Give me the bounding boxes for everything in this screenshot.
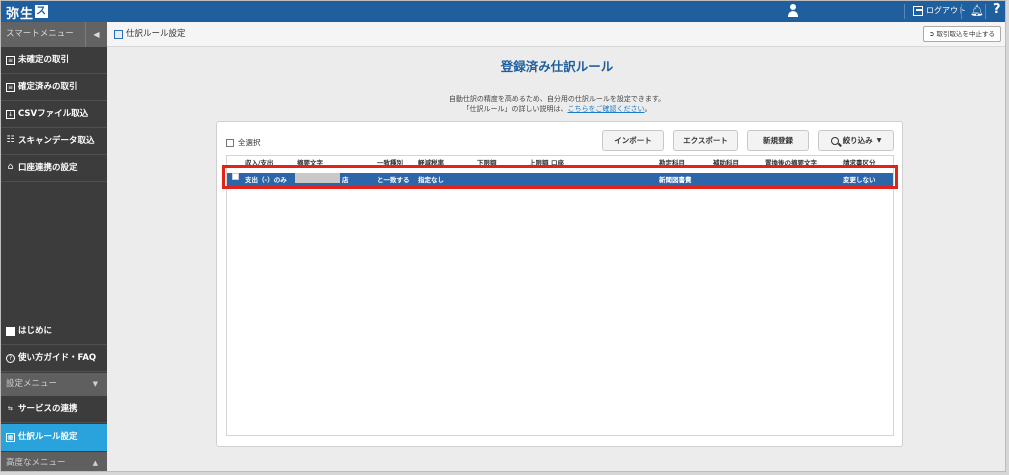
caret-down-icon: ▼ (876, 137, 882, 144)
select-all-label: 全選択 (238, 138, 261, 147)
sidebar-item-guide-faq[interactable]: ? 使い方ガイド・FAQ (1, 345, 107, 372)
chevron-down-icon: ▼ (92, 380, 98, 388)
question-icon: ? (6, 353, 15, 363)
page-heading: 登録済み仕訳ルール (500, 59, 614, 74)
sidebar-item-label: CSVファイル取込 (18, 108, 89, 119)
sidebar-item-label: サービスの連携 (18, 403, 78, 414)
filter-button[interactable]: 絞り込み ▼ (818, 130, 894, 151)
logout-icon (913, 5, 923, 16)
app-window: 弥生ス ログアウト 🔔︎ ? スマートメニュー ◀ 仕訳ルール設定 ➲ 取引取込… (0, 0, 1006, 472)
sidebar-item-label: 使い方ガイド・FAQ (18, 352, 97, 363)
table-header: 収入/支出 摘要文字 一致種別 軽減税率 下限額 上限額 口座 勘定科目 補助科… (227, 156, 893, 171)
column-header: 口座 (551, 159, 564, 167)
description-line-1: 自動仕訳の精度を高めるため、自分用の仕訳ルールを設定できます。 (448, 95, 666, 103)
rule-icon (114, 30, 123, 39)
page-title: 仕訳ルール設定 (126, 29, 186, 39)
sidebar-item-csv-import[interactable]: ↓ CSVファイル取込 (1, 101, 107, 128)
import-button[interactable]: インポート (602, 130, 664, 151)
column-header: 請求書区分 (843, 159, 876, 167)
cell-type: 支出（-）のみ (245, 176, 287, 184)
advanced-menu-header[interactable]: 高度なメニュー ▲ (1, 452, 107, 471)
column-header: 下限額 (477, 159, 497, 167)
sidebar-item-label: 口座連携の設定 (18, 162, 78, 173)
divider (904, 4, 905, 19)
cell-keyword: 店 (342, 176, 349, 184)
cell-match: と一致する (377, 176, 410, 184)
help-link[interactable]: こちらをご確認ください (568, 105, 645, 113)
link-icon: ⇆ (7, 404, 14, 412)
rules-table: 収入/支出 摘要文字 一致種別 軽減税率 下限額 上限額 口座 勘定科目 補助科… (226, 155, 894, 436)
sidebar-item-rule-settings[interactable]: ▦ 仕訳ルール設定 (1, 424, 107, 451)
logo-mark: ス (35, 5, 49, 18)
redacted-keyword (295, 173, 340, 183)
yayoi-logo[interactable]: 弥生ス (6, 3, 49, 22)
sidebar-item-label: 確定済みの取引 (18, 81, 78, 92)
table-row[interactable]: 支出（-）のみ 店 と一致する 指定なし 新聞図書費 変更しない (227, 173, 893, 187)
logo-text: 弥生 (6, 7, 35, 22)
sidebar-item-label: はじめに (18, 325, 53, 336)
breadcrumb: 仕訳ルール設定 (114, 22, 186, 47)
smart-menu-label: スマートメニュー (6, 29, 74, 39)
column-header: 収入/支出 (245, 159, 274, 167)
sub-header: スマートメニュー ◀ 仕訳ルール設定 ➲ 取引取込を中止する (1, 22, 1005, 47)
checkbox-icon (226, 138, 234, 147)
cell-subject: 新聞図書費 (659, 176, 692, 184)
description-prefix: 「仕訳ルール」の詳しい説明は、 (462, 105, 568, 113)
rule-icon: ▦ (6, 433, 15, 442)
bell-icon[interactable]: 🔔︎ (970, 4, 984, 17)
rules-panel: 全選択 インポート エクスポート 新規登録 絞り込み ▼ 収入/支出 摘要文字 … (216, 121, 903, 447)
sidebar-item-bank-link[interactable]: ⌂ 口座連携の設定 (1, 155, 107, 182)
help-button[interactable]: ? (993, 2, 1001, 17)
settings-menu-header[interactable]: 設定メニュー ▼ (1, 373, 107, 396)
column-header: 上限額 (529, 159, 549, 167)
top-bar: 弥生ス ログアウト 🔔︎ ? (1, 1, 1005, 22)
user-icon[interactable] (787, 4, 799, 18)
cell-reduced-tax: 指定なし (418, 176, 444, 184)
sidebar-item-label: 仕訳ルール設定 (18, 432, 78, 442)
list-icon: ≡ (6, 55, 15, 65)
column-header: 摘要文字 (297, 159, 323, 167)
page-description: 自動仕訳の精度を高めるため、自分用の仕訳ルールを設定できます。 「仕訳ルール」の… (107, 94, 1005, 114)
select-all-checkbox[interactable]: 全選択 (226, 137, 261, 148)
column-header: 補助科目 (713, 159, 739, 167)
export-button[interactable]: エクスポート (673, 130, 738, 151)
column-header: 軽減税率 (418, 159, 444, 167)
sidebar-item-label: 未確定の取引 (18, 54, 70, 65)
column-header: 一致種別 (377, 159, 403, 167)
advanced-menu-label: 高度なメニュー (6, 458, 66, 468)
smart-menu-header: スマートメニュー ◀ (1, 22, 107, 47)
sidebar-item-label: スキャンデータ取込 (18, 135, 95, 146)
sidebar-item-service-link[interactable]: ⇆ サービスの連携 (1, 396, 107, 423)
settings-menu-label: 設定メニュー (6, 379, 58, 389)
check-list-icon: ≡ (6, 82, 15, 92)
sidebar: ≡ 未確定の取引 ≡ 確定済みの取引 ↓ CSVファイル取込 ☷ スキャンデータ… (1, 47, 107, 471)
stop-import-button[interactable]: ➲ 取引取込を中止する (922, 26, 1001, 42)
description-line-2: 「仕訳ルール」の詳しい説明は、こちらをご確認ください。 (107, 104, 1005, 114)
row-checkbox[interactable] (232, 173, 239, 180)
cell-invoice: 変更しない (843, 176, 876, 184)
scanner-icon: ☷ (6, 134, 15, 145)
file-icon: ↓ (6, 109, 15, 119)
divider (985, 4, 986, 19)
sidebar-item-getting-started[interactable]: はじめに (1, 318, 107, 345)
sidebar-item-unconfirmed[interactable]: ≡ 未確定の取引 (1, 47, 107, 74)
sidebar-item-scan-import[interactable]: ☷ スキャンデータ取込 (1, 128, 107, 155)
stop-import-label: 取引取込を中止する (936, 30, 996, 38)
logout-label: ログアウト (926, 6, 966, 15)
column-header: 勘定科目 (659, 159, 685, 167)
bank-icon: ⌂ (7, 161, 14, 172)
filter-label: 絞り込み (842, 136, 873, 145)
chevron-up-icon: ▲ (92, 459, 98, 467)
logout-button[interactable]: ログアウト (913, 5, 966, 16)
collapse-sidebar-button[interactable]: ◀ (85, 22, 107, 47)
new-rule-button[interactable]: 新規登録 (747, 130, 809, 151)
book-icon (6, 326, 15, 336)
sidebar-item-confirmed[interactable]: ≡ 確定済みの取引 (1, 74, 107, 101)
search-icon (830, 136, 839, 145)
column-header: 置換後の摘要文字 (765, 159, 817, 167)
description-suffix: 。 (644, 105, 652, 113)
divider (961, 4, 962, 19)
